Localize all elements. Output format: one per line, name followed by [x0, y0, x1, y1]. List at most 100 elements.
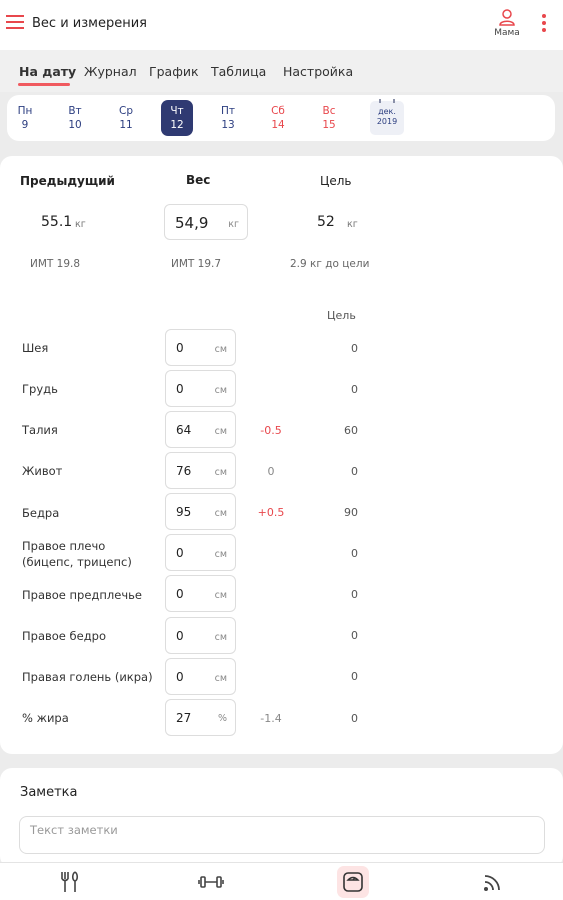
more-options-icon[interactable] — [540, 14, 548, 36]
day-date: 10 — [68, 119, 82, 131]
day-wednesday[interactable]: Ср 11 — [110, 100, 142, 136]
note-card: Заметка Текст заметки — [0, 768, 563, 868]
measure-label: Бедра — [22, 506, 60, 520]
measure-label: Шея — [22, 341, 49, 355]
note-title: Заметка — [20, 785, 78, 800]
weight-unit: кг — [228, 219, 239, 230]
measure-label-line1: Правое плечо — [22, 539, 106, 553]
kg-to-goal: 2.9 кг до цели — [290, 258, 370, 270]
user-profile-button[interactable]: Мама — [488, 8, 526, 38]
calendar-year: 2019 — [376, 117, 398, 126]
app-title: Вес и измерения — [32, 16, 147, 31]
measure-goal: 0 — [351, 629, 358, 642]
current-bmi: ИМТ 19.7 — [171, 258, 222, 270]
measure-value: 0 — [176, 382, 184, 396]
measure-label: Живот — [22, 464, 63, 478]
measure-value: 76 — [176, 464, 192, 478]
measure-unit: см — [214, 590, 227, 601]
measures-goal-header: Цель — [327, 309, 356, 322]
measure-label-line2: (бицепс, трицепс) — [22, 555, 132, 569]
day-name: Пт — [220, 105, 235, 117]
app-bar: Вес и измерения Мама — [0, 0, 563, 50]
right-shoulder-input[interactable]: 0 см — [165, 534, 236, 571]
dumbbell-icon — [198, 876, 224, 888]
bottom-navigation — [0, 862, 563, 900]
measure-value: 0 — [176, 587, 184, 601]
measure-value: 64 — [176, 423, 192, 437]
measure-value: 0 — [176, 670, 184, 684]
hips-input[interactable]: 95 см — [165, 493, 236, 530]
measure-goal: 90 — [344, 506, 358, 519]
tab-on-date[interactable]: На дату — [19, 64, 76, 79]
scale-icon — [343, 872, 363, 892]
measure-goal: 0 — [351, 588, 358, 601]
goal-label: Цель — [320, 174, 352, 188]
measure-unit: см — [214, 385, 227, 396]
measure-unit: см — [214, 344, 227, 355]
note-input[interactable]: Текст заметки — [19, 816, 545, 854]
measure-label: Грудь — [22, 382, 58, 396]
day-saturday[interactable]: Сб 14 — [262, 100, 294, 136]
nav-feed-button[interactable] — [468, 863, 518, 900]
day-name: Вс — [322, 105, 336, 117]
measure-goal: 0 — [351, 547, 358, 560]
chest-input[interactable]: 0 см — [165, 370, 236, 407]
tab-settings[interactable]: Настройка — [283, 64, 353, 79]
day-name: Сб — [271, 105, 285, 117]
tab-chart[interactable]: График — [149, 64, 199, 79]
calendar-icon[interactable]: дек. 2019 — [370, 99, 404, 135]
day-monday[interactable]: Пн 9 — [9, 100, 41, 136]
nav-food-button[interactable] — [45, 863, 95, 900]
neck-input[interactable]: 0 см — [165, 329, 236, 366]
day-name: Пн — [17, 105, 33, 117]
measure-unit: см — [214, 632, 227, 643]
measure-label: Талия — [22, 423, 58, 437]
measure-goal: 0 — [351, 383, 358, 396]
measure-diff: -1.4 — [260, 712, 282, 725]
day-sunday[interactable]: Вс 15 — [313, 100, 345, 136]
nav-weight-button[interactable] — [337, 866, 369, 898]
measure-value: 27 — [176, 711, 192, 725]
measure-goal: 0 — [351, 465, 358, 478]
day-date: 11 — [119, 119, 133, 131]
measure-diff: 0 — [267, 465, 275, 478]
week-selector: Пн 9 Вт 10 Ср 11 Чт 12 Пт 13 Сб 14 Вс 15 дек. 2… — [7, 95, 555, 141]
measure-label: % жира — [22, 711, 69, 725]
tab-journal[interactable]: Журнал — [84, 64, 137, 79]
day-thursday-selected[interactable]: Чт 12 — [161, 100, 193, 136]
measure-goal: 0 — [351, 342, 358, 355]
nav-exercise-button[interactable] — [186, 863, 236, 900]
goal-weight-unit: кг — [347, 219, 358, 230]
day-date: 12 — [170, 119, 184, 131]
right-thigh-input[interactable]: 0 см — [165, 617, 236, 654]
day-friday[interactable]: Пт 13 — [212, 100, 244, 136]
tab-table[interactable]: Таблица — [211, 64, 266, 79]
previous-weight: 55.1 — [41, 214, 73, 230]
measure-label: Правое плечо (бицепс, трицепс) — [22, 538, 132, 570]
day-name: Ср — [119, 105, 133, 117]
measure-label: Правое бедро — [22, 629, 106, 643]
weight-input[interactable]: 54,9 кг — [164, 204, 248, 240]
note-placeholder: Текст заметки — [30, 823, 118, 837]
measure-unit: см — [214, 426, 227, 437]
calendar-month: дек. — [378, 107, 396, 116]
previous-weight-unit: кг — [75, 219, 86, 230]
day-date: 9 — [21, 119, 29, 131]
right-calf-input[interactable]: 0 см — [165, 658, 236, 695]
fat-percent-input[interactable]: 27% — [165, 699, 236, 736]
weight-measures-card: Предыдущий Вес Цель 55.1 кг 54,9 кг 52 к… — [0, 156, 563, 754]
previous-label: Предыдущий — [20, 174, 115, 188]
measure-goal: 60 — [344, 424, 358, 437]
rss-icon — [484, 875, 500, 891]
right-forearm-input[interactable]: 0 см — [165, 575, 236, 612]
measure-unit: % — [217, 713, 227, 724]
day-tuesday[interactable]: Вт 10 — [59, 100, 91, 136]
measure-label: Правая голень (икра) — [22, 670, 153, 684]
measure-label: Правое предплечье — [22, 588, 142, 602]
day-date: 13 — [221, 119, 235, 131]
user-icon — [499, 9, 515, 26]
belly-input[interactable]: 76 см — [165, 452, 236, 489]
measure-diff: +0.5 — [257, 506, 285, 519]
menu-icon[interactable] — [6, 15, 24, 31]
waist-input[interactable]: 64 см — [165, 411, 236, 448]
